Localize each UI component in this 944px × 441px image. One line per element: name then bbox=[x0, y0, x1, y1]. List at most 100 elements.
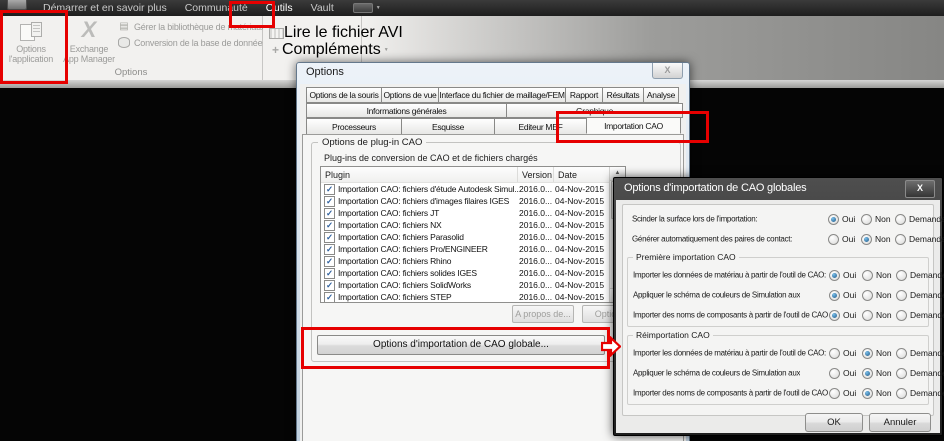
radio-option-demander[interactable]: Demander bbox=[895, 214, 944, 225]
tab-analyse[interactable]: Analyse bbox=[643, 87, 679, 103]
menu-item-communaut[interactable]: Communauté bbox=[176, 2, 257, 14]
plugin-row[interactable]: ✓Importation CAO: fichiers NX2016.0...04… bbox=[321, 219, 625, 231]
radio-circle[interactable] bbox=[862, 290, 873, 301]
radio-option-non[interactable]: Non bbox=[862, 388, 896, 399]
radio-option-non[interactable]: Non bbox=[862, 368, 896, 379]
plugin-row[interactable]: ✓Importation CAO: fichiers Parasolid2016… bbox=[321, 231, 625, 243]
radio-option-demander[interactable]: Demander bbox=[896, 290, 944, 301]
global-cad-import-options-button[interactable]: Options d'importation de CAO globale... bbox=[317, 335, 605, 355]
radio-option-non[interactable]: Non bbox=[861, 234, 895, 245]
radio-option-oui[interactable]: Oui bbox=[829, 348, 862, 359]
tab-options-de-la-souris[interactable]: Options de la souris bbox=[306, 87, 382, 103]
tab-rapport[interactable]: Rapport bbox=[565, 87, 603, 103]
radio-option-oui[interactable]: Oui bbox=[829, 310, 862, 321]
tab-graphique[interactable]: Graphique bbox=[506, 103, 683, 118]
tab-r-sultats[interactable]: Résultats bbox=[602, 87, 644, 103]
plugin-row[interactable]: ✓Importation CAO: fichiers STEP2016.0...… bbox=[321, 291, 625, 303]
radio-option-demander[interactable]: Demander bbox=[896, 388, 944, 399]
radio-circle[interactable] bbox=[829, 368, 840, 379]
plugin-row[interactable]: ✓Importation CAO: fichiers d'images fila… bbox=[321, 195, 625, 207]
radio-circle[interactable] bbox=[896, 368, 907, 379]
about-button[interactable]: A propos de... bbox=[512, 305, 574, 323]
menu-item-d-marrer-et-en-savoir-plus[interactable]: Démarrer et en savoir plus bbox=[34, 2, 176, 14]
radio-circle[interactable] bbox=[896, 270, 907, 281]
radio-option-non[interactable]: Non bbox=[862, 290, 896, 301]
radio-option-oui[interactable]: Oui bbox=[829, 270, 862, 281]
radio-circle[interactable] bbox=[829, 348, 840, 359]
radio-circle[interactable] bbox=[829, 270, 840, 281]
plugin-checkbox[interactable]: ✓ bbox=[324, 220, 335, 231]
play-avi-button[interactable]: Lire le fichier AVI bbox=[269, 24, 403, 42]
radio-option-demander[interactable]: Demander bbox=[895, 234, 944, 245]
plugin-checkbox[interactable]: ✓ bbox=[324, 232, 335, 243]
radio-option-demander[interactable]: Demander bbox=[896, 368, 944, 379]
radio-circle[interactable] bbox=[862, 388, 873, 399]
radio-option-oui[interactable]: Oui bbox=[829, 388, 862, 399]
radio-option-oui[interactable]: Oui bbox=[829, 368, 862, 379]
radio-circle[interactable] bbox=[896, 388, 907, 399]
tab-informations-g-n-rales[interactable]: Informations générales bbox=[306, 103, 507, 118]
radio-circle[interactable] bbox=[862, 270, 873, 281]
radio-circle[interactable] bbox=[896, 310, 907, 321]
menu-item-vault[interactable]: Vault bbox=[302, 2, 343, 14]
radio-circle[interactable] bbox=[828, 234, 839, 245]
ok-button[interactable]: OK bbox=[805, 413, 863, 432]
app-window-icon[interactable] bbox=[7, 0, 27, 10]
plugin-checkbox[interactable]: ✓ bbox=[324, 268, 335, 279]
plugin-row[interactable]: ✓Importation CAO: fichiers d'étude Autod… bbox=[321, 183, 625, 195]
tab-esquisse[interactable]: Esquisse bbox=[401, 118, 495, 135]
column-header-version[interactable]: Version bbox=[518, 167, 554, 182]
radio-option-non[interactable]: Non bbox=[861, 214, 895, 225]
tab-importation-cao[interactable]: Importation CAO bbox=[586, 117, 681, 134]
cancel-button[interactable]: Annuler bbox=[869, 413, 931, 432]
radio-option-oui[interactable]: Oui bbox=[829, 290, 862, 301]
radio-circle[interactable] bbox=[895, 234, 906, 245]
manage-material-library-button[interactable]: ▤ Gérer la bibliothèque de matériaux bbox=[118, 21, 265, 32]
close-icon[interactable]: X bbox=[652, 63, 683, 79]
radio-option-demander[interactable]: Demander bbox=[896, 310, 944, 321]
radio-option-demander[interactable]: Demander bbox=[896, 270, 944, 281]
plugin-row[interactable]: ✓Importation CAO: fichiers Rhino2016.0..… bbox=[321, 255, 625, 267]
tab-options-de-vue[interactable]: Options de vue bbox=[381, 87, 439, 103]
column-header-plugin[interactable]: Plugin bbox=[321, 167, 518, 182]
radio-option-oui[interactable]: Oui bbox=[828, 214, 861, 225]
tab-processeurs[interactable]: Processeurs bbox=[306, 118, 402, 135]
radio-option-non[interactable]: Non bbox=[862, 270, 896, 281]
radio-circle[interactable] bbox=[896, 348, 907, 359]
column-header-date[interactable]: Date bbox=[554, 167, 610, 182]
radio-circle[interactable] bbox=[829, 290, 840, 301]
database-conversion-button[interactable]: Conversion de la base de données bbox=[118, 37, 267, 48]
radio-circle[interactable] bbox=[862, 348, 873, 359]
plugin-row[interactable]: ✓Importation CAO: fichiers Pro/ENGINEER2… bbox=[321, 243, 625, 255]
plugin-checkbox[interactable]: ✓ bbox=[324, 208, 335, 219]
radio-circle[interactable] bbox=[895, 214, 906, 225]
plugin-row[interactable]: ✓Importation CAO: fichiers SolidWorks201… bbox=[321, 279, 625, 291]
radio-option-non[interactable]: Non bbox=[862, 348, 896, 359]
addons-button[interactable]: + Compléments ▼ bbox=[269, 41, 389, 59]
menu-item-outils[interactable]: Outils bbox=[257, 2, 302, 14]
plugin-row[interactable]: ✓Importation CAO: fichiers solides IGES2… bbox=[321, 267, 625, 279]
radio-circle[interactable] bbox=[896, 290, 907, 301]
radio-circle[interactable] bbox=[862, 310, 873, 321]
radio-circle[interactable] bbox=[828, 214, 839, 225]
close-icon[interactable]: X bbox=[905, 180, 935, 198]
radio-circle[interactable] bbox=[861, 214, 872, 225]
radio-circle[interactable] bbox=[862, 368, 873, 379]
radio-label: Demander bbox=[910, 290, 944, 300]
plugin-checkbox[interactable]: ✓ bbox=[324, 196, 335, 207]
plugin-checkbox[interactable]: ✓ bbox=[324, 256, 335, 267]
tab-editeur-mef[interactable]: Editeur MEF bbox=[494, 118, 587, 135]
radio-circle[interactable] bbox=[861, 234, 872, 245]
radio-option-oui[interactable]: Oui bbox=[828, 234, 861, 245]
radio-circle[interactable] bbox=[829, 388, 840, 399]
tab-interface-du-fichier-de-maillage-fem[interactable]: Interface du fichier de maillage/FEM bbox=[438, 87, 566, 103]
plugin-checkbox[interactable]: ✓ bbox=[324, 280, 335, 291]
plugin-checkbox[interactable]: ✓ bbox=[324, 292, 335, 303]
radio-option-non[interactable]: Non bbox=[862, 310, 896, 321]
menu-toolbar-button[interactable]: ▼ bbox=[353, 3, 381, 13]
radio-circle[interactable] bbox=[829, 310, 840, 321]
plugin-row[interactable]: ✓Importation CAO: fichiers JT2016.0...04… bbox=[321, 207, 625, 219]
radio-option-demander[interactable]: Demander bbox=[896, 348, 944, 359]
plugin-checkbox[interactable]: ✓ bbox=[324, 184, 335, 195]
plugin-checkbox[interactable]: ✓ bbox=[324, 244, 335, 255]
